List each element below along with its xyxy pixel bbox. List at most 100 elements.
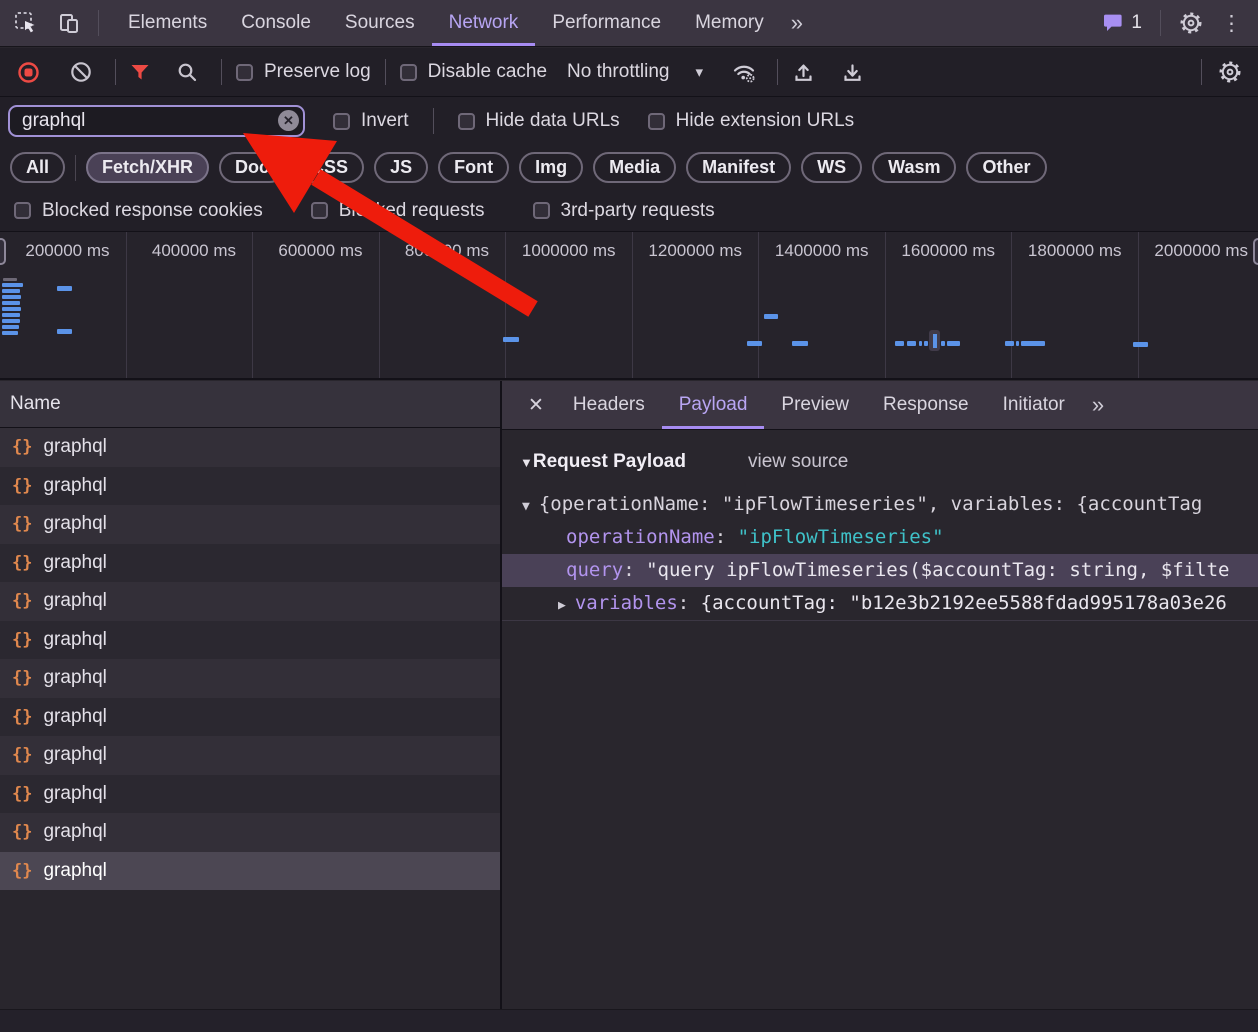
- timeline-request-bar: [3, 278, 17, 281]
- more-tabs-icon[interactable]: »: [781, 10, 813, 36]
- overview-right-handle[interactable]: [1253, 238, 1258, 265]
- tab-performance[interactable]: Performance: [535, 0, 678, 46]
- invert-checkbox[interactable]: [333, 113, 350, 130]
- json-request-icon: {}: [12, 514, 32, 534]
- details-tab-payload[interactable]: Payload: [662, 381, 765, 429]
- payload-entry-query[interactable]: query: "query ipFlowTimeseries($accountT…: [502, 554, 1258, 587]
- timeline-request-bar: [2, 313, 20, 317]
- inspect-element-icon[interactable]: [14, 11, 38, 35]
- import-har-icon[interactable]: [792, 61, 815, 84]
- request-row[interactable]: {}graphql: [0, 621, 500, 660]
- hide-extension-urls-toggle[interactable]: Hide extension URLs: [648, 110, 854, 132]
- collapse-triangle-icon[interactable]: ▼: [520, 455, 533, 470]
- invert-label: Invert: [361, 110, 409, 132]
- hide-extension-urls-checkbox[interactable]: [648, 113, 665, 130]
- request-rows: {}graphql{}graphql{}graphql{}graphql{}gr…: [0, 428, 500, 890]
- overview-left-handle[interactable]: [0, 238, 6, 265]
- throttling-value: No throttling: [567, 61, 669, 83]
- issues-indicator[interactable]: 1: [1102, 12, 1142, 34]
- json-request-icon: {}: [12, 861, 32, 881]
- tab-sources[interactable]: Sources: [328, 0, 432, 46]
- details-tab-preview[interactable]: Preview: [764, 381, 866, 429]
- timeline-bars-layer: [0, 232, 1258, 378]
- request-row[interactable]: {}graphql: [0, 659, 500, 698]
- payload-tree: ▼{operationName: "ipFlowTimeseries", var…: [502, 488, 1258, 621]
- filter-separator: [433, 108, 434, 134]
- request-name: graphql: [43, 552, 106, 574]
- request-row[interactable]: {}graphql: [0, 467, 500, 506]
- extra-filters-row: Blocked response cookies Blocked requests…: [0, 190, 1258, 231]
- chip-manifest[interactable]: Manifest: [686, 152, 791, 183]
- request-row[interactable]: {}graphql: [0, 813, 500, 852]
- network-conditions-icon[interactable]: [731, 61, 757, 84]
- preserve-log-toggle[interactable]: Preserve log: [236, 61, 371, 83]
- chip-fetch-xhr[interactable]: Fetch/XHR: [86, 152, 209, 183]
- expand-triangle-icon[interactable]: ▼: [522, 499, 530, 514]
- preserve-log-checkbox[interactable]: [236, 64, 253, 81]
- tab-memory[interactable]: Memory: [678, 0, 781, 46]
- hide-data-urls-label: Hide data URLs: [486, 110, 620, 132]
- checkbox[interactable]: [14, 202, 31, 219]
- payload-entry-operationName[interactable]: operationName: "ipFlowTimeseries": [502, 521, 1258, 554]
- request-row[interactable]: {}graphql: [0, 852, 500, 891]
- hide-data-urls-checkbox[interactable]: [458, 113, 475, 130]
- filter-input[interactable]: [8, 105, 305, 137]
- payload-entry-variables[interactable]: ▶variables: {accountTag: "b12e3b2192ee55…: [502, 587, 1258, 620]
- hide-data-urls-toggle[interactable]: Hide data URLs: [458, 110, 620, 132]
- search-icon[interactable]: [176, 61, 199, 84]
- request-row[interactable]: {}graphql: [0, 775, 500, 814]
- toggle-blocked-response-cookies[interactable]: Blocked response cookies: [14, 200, 263, 222]
- kebab-menu-icon[interactable]: ⋮: [1221, 11, 1242, 36]
- settings-gear-icon[interactable]: [1179, 11, 1203, 35]
- view-source-link[interactable]: view source: [748, 451, 848, 473]
- record-network-log-button[interactable]: [16, 60, 41, 85]
- throttling-dropdown[interactable]: No throttling ▾: [567, 61, 703, 83]
- name-column-header[interactable]: Name: [0, 381, 500, 428]
- details-tab-headers[interactable]: Headers: [556, 381, 662, 429]
- chip-ws[interactable]: WS: [801, 152, 862, 183]
- details-tab-initiator[interactable]: Initiator: [986, 381, 1082, 429]
- chip-css[interactable]: CSS: [295, 152, 364, 183]
- request-row[interactable]: {}graphql: [0, 736, 500, 775]
- checkbox[interactable]: [311, 202, 328, 219]
- network-overview-timeline[interactable]: 200000 ms400000 ms600000 ms800000 ms1000…: [0, 231, 1258, 380]
- close-details-icon[interactable]: ✕: [516, 381, 556, 429]
- network-settings-gear-icon[interactable]: [1218, 60, 1242, 84]
- request-row[interactable]: {}graphql: [0, 582, 500, 621]
- request-row[interactable]: {}graphql: [0, 428, 500, 467]
- chip-doc[interactable]: Doc: [219, 152, 285, 183]
- timeline-request-bar: [792, 341, 808, 346]
- checkbox[interactable]: [533, 202, 550, 219]
- payload-section-title: Request Payload: [533, 451, 686, 473]
- devtools-main-icons: [0, 11, 98, 35]
- clear-network-log-button[interactable]: [69, 60, 93, 84]
- tab-console[interactable]: Console: [224, 0, 328, 46]
- payload-root-row[interactable]: ▼{operationName: "ipFlowTimeseries", var…: [502, 488, 1258, 521]
- filter-funnel-icon[interactable]: [130, 64, 150, 81]
- details-tab-response[interactable]: Response: [866, 381, 986, 429]
- chip-other[interactable]: Other: [966, 152, 1046, 183]
- clear-filter-icon[interactable]: ✕: [278, 110, 299, 131]
- request-row[interactable]: {}graphql: [0, 698, 500, 737]
- toolbar-separator: [115, 59, 116, 85]
- chip-wasm[interactable]: Wasm: [872, 152, 956, 183]
- chip-js[interactable]: JS: [374, 152, 428, 183]
- tab-network[interactable]: Network: [432, 0, 536, 46]
- export-har-icon[interactable]: [841, 61, 864, 84]
- chip-all[interactable]: All: [10, 152, 65, 183]
- chip-font[interactable]: Font: [438, 152, 509, 183]
- disable-cache-toggle[interactable]: Disable cache: [400, 61, 547, 83]
- chip-img[interactable]: Img: [519, 152, 583, 183]
- tab-elements[interactable]: Elements: [111, 0, 224, 46]
- toggle-blocked-requests[interactable]: Blocked requests: [311, 200, 485, 222]
- toggle-3rd-party-requests[interactable]: 3rd-party requests: [533, 200, 715, 222]
- network-toolbar: Preserve log Disable cache No throttling…: [0, 48, 1258, 97]
- invert-toggle[interactable]: Invert: [333, 110, 409, 132]
- chip-media[interactable]: Media: [593, 152, 676, 183]
- more-details-tabs-icon[interactable]: »: [1082, 392, 1114, 418]
- expand-triangle-icon[interactable]: ▶: [558, 598, 566, 613]
- device-toolbar-icon[interactable]: [58, 11, 82, 35]
- request-row[interactable]: {}graphql: [0, 505, 500, 544]
- disable-cache-checkbox[interactable]: [400, 64, 417, 81]
- request-row[interactable]: {}graphql: [0, 544, 500, 583]
